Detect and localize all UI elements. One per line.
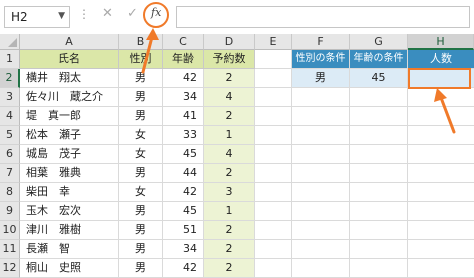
reservations-cell[interactable]: 2 — [204, 259, 255, 278]
column-header-h[interactable]: H — [408, 34, 474, 50]
row-header-11[interactable]: 11 — [0, 240, 20, 259]
name-cell[interactable]: 津川 雅樹 — [20, 221, 119, 240]
row-header-8[interactable]: 8 — [0, 183, 20, 202]
column-e-cells[interactable] — [255, 50, 292, 278]
formula-bar: H2 ▼ ⋮ ✕ ✓ fx — [0, 0, 474, 34]
column-header-g[interactable]: G — [350, 34, 408, 50]
gender-cell[interactable]: 男 — [119, 240, 163, 259]
gender-cell[interactable]: 女 — [119, 126, 163, 145]
name-cell[interactable]: 松本 瀬子 — [20, 126, 119, 145]
age-cell[interactable]: 33 — [163, 126, 204, 145]
name-cell[interactable]: 横井 翔太 — [20, 69, 119, 88]
reservations-cell[interactable]: 2 — [204, 164, 255, 183]
reservations-cell[interactable]: 1 — [204, 126, 255, 145]
reservations-cell[interactable]: 2 — [204, 69, 255, 88]
row-header-6[interactable]: 6 — [0, 145, 20, 164]
column-header-f[interactable]: F — [292, 34, 350, 50]
age-cell[interactable]: 42 — [163, 69, 204, 88]
row-header-2[interactable]: 2 — [0, 69, 20, 88]
header-cell-reservations[interactable]: 予約数 — [204, 50, 255, 69]
header-cell-age[interactable]: 年齢 — [163, 50, 204, 69]
row-header-12[interactable]: 12 — [0, 259, 20, 278]
condition-value-gender[interactable]: 男 — [292, 69, 350, 88]
chevron-down-icon[interactable]: ▼ — [58, 11, 65, 21]
active-cell-highlight — [408, 68, 471, 89]
reservations-cell[interactable]: 3 — [204, 183, 255, 202]
row-header-10[interactable]: 10 — [0, 221, 20, 240]
age-cell[interactable]: 42 — [163, 259, 204, 278]
name-cell[interactable]: 玉木 宏次 — [20, 202, 119, 221]
insert-function-icon[interactable]: fx — [151, 6, 161, 19]
gender-cell[interactable]: 男 — [119, 69, 163, 88]
gender-cell[interactable]: 男 — [119, 107, 163, 126]
gender-cell[interactable]: 女 — [119, 183, 163, 202]
name-cell[interactable]: 佐々川 蔵之介 — [20, 88, 119, 107]
gender-cell[interactable]: 男 — [119, 221, 163, 240]
name-cell[interactable]: 城島 茂子 — [20, 145, 119, 164]
more-icon: ⋮ — [78, 7, 90, 21]
header-cell-name[interactable]: 氏名 — [20, 50, 119, 69]
column-h-empty-cells[interactable] — [408, 88, 474, 278]
column-f-empty-cells[interactable] — [292, 88, 350, 278]
reservations-cell[interactable]: 4 — [204, 88, 255, 107]
age-cell[interactable]: 45 — [163, 145, 204, 164]
gender-cell[interactable]: 女 — [119, 145, 163, 164]
column-g-empty-cells[interactable] — [350, 88, 408, 278]
condition-value-age[interactable]: 45 — [350, 69, 408, 88]
reservations-cell[interactable]: 1 — [204, 202, 255, 221]
name-box[interactable]: H2 ▼ — [4, 6, 70, 28]
gender-cell[interactable]: 男 — [119, 164, 163, 183]
cancel-icon[interactable]: ✕ — [102, 6, 113, 21]
condition-header-age[interactable]: 年齢の条件 — [350, 50, 408, 69]
column-header-b[interactable]: B — [119, 34, 163, 50]
gender-cell[interactable]: 男 — [119, 88, 163, 107]
age-cell[interactable]: 41 — [163, 107, 204, 126]
age-cell[interactable]: 44 — [163, 164, 204, 183]
reservations-cell[interactable]: 4 — [204, 145, 255, 164]
name-cell[interactable]: 相葉 雅典 — [20, 164, 119, 183]
column-header-e[interactable]: E — [255, 34, 292, 50]
age-cell[interactable]: 34 — [163, 88, 204, 107]
name-cell[interactable]: 柴田 幸 — [20, 183, 119, 202]
reservations-cell[interactable]: 2 — [204, 240, 255, 259]
age-cell[interactable]: 34 — [163, 240, 204, 259]
age-cell[interactable]: 51 — [163, 221, 204, 240]
row-header-7[interactable]: 7 — [0, 164, 20, 183]
column-header-a[interactable]: A — [20, 34, 119, 50]
name-cell[interactable]: 長瀬 智 — [20, 240, 119, 259]
column-header-c[interactable]: C — [163, 34, 204, 50]
row-header-5[interactable]: 5 — [0, 126, 20, 145]
enter-icon[interactable]: ✓ — [127, 6, 138, 21]
row-header-3[interactable]: 3 — [0, 88, 20, 107]
gender-cell[interactable]: 男 — [119, 202, 163, 221]
condition-header-gender[interactable]: 性別の条件 — [292, 50, 350, 69]
age-cell[interactable]: 42 — [163, 183, 204, 202]
row-header-9[interactable]: 9 — [0, 202, 20, 221]
select-all-button[interactable] — [0, 34, 20, 50]
condition-header-count[interactable]: 人数 — [408, 50, 474, 69]
name-cell[interactable]: 堤 真一郎 — [20, 107, 119, 126]
name-cell[interactable]: 桐山 史照 — [20, 259, 119, 278]
row-header-1[interactable]: 1 — [0, 50, 20, 69]
name-box-value: H2 — [11, 10, 28, 24]
reservations-cell[interactable]: 2 — [204, 107, 255, 126]
row-header-4[interactable]: 4 — [0, 107, 20, 126]
formula-input[interactable] — [176, 6, 470, 28]
reservations-cell[interactable]: 2 — [204, 221, 255, 240]
age-cell[interactable]: 45 — [163, 202, 204, 221]
column-header-d[interactable]: D — [204, 34, 255, 50]
gender-cell[interactable]: 男 — [119, 259, 163, 278]
header-cell-gender[interactable]: 性別 — [119, 50, 163, 69]
